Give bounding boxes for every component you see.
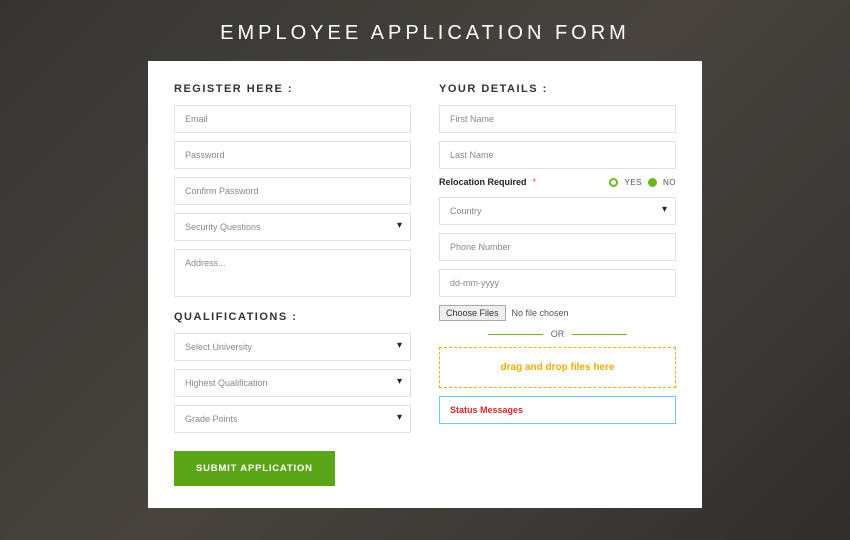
- grade-points-select[interactable]: Grade Points: [174, 405, 411, 433]
- dropzone[interactable]: drag and drop files here: [439, 347, 676, 388]
- no-file-chosen-text: No file chosen: [512, 308, 569, 318]
- submit-button[interactable]: SUBMIT APPLICATION: [174, 451, 335, 486]
- left-column: REGISTER HERE : Email Password Confirm P…: [174, 81, 411, 486]
- divider-line-right: [572, 334, 627, 335]
- address-field[interactable]: Address...: [174, 249, 411, 297]
- divider-line-left: [488, 334, 543, 335]
- right-column: YOUR DETAILS : First Name Last Name Relo…: [439, 81, 676, 486]
- highest-qualification-select[interactable]: Highest Qualification: [174, 369, 411, 397]
- university-select[interactable]: Select University: [174, 333, 411, 361]
- relocation-label: Relocation Required: [439, 177, 527, 187]
- relocation-no-radio[interactable]: [648, 178, 657, 187]
- details-heading: YOUR DETAILS :: [439, 83, 676, 95]
- relocation-yes-label: YES: [624, 178, 642, 187]
- country-select[interactable]: Country: [439, 197, 676, 225]
- date-field[interactable]: dd-mm-yyyy: [439, 269, 676, 297]
- security-questions-select[interactable]: Security Questions: [174, 213, 411, 241]
- register-heading: REGISTER HERE :: [174, 83, 411, 95]
- relocation-row: Relocation Required * YES NO: [439, 177, 676, 187]
- status-messages: Status Messages: [439, 396, 676, 424]
- relocation-yes-radio[interactable]: [609, 178, 618, 187]
- required-asterisk: *: [533, 177, 537, 187]
- password-field[interactable]: Password: [174, 141, 411, 169]
- last-name-field[interactable]: Last Name: [439, 141, 676, 169]
- form-card: REGISTER HERE : Email Password Confirm P…: [148, 61, 702, 508]
- confirm-password-field[interactable]: Confirm Password: [174, 177, 411, 205]
- first-name-field[interactable]: First Name: [439, 105, 676, 133]
- file-upload-row: Choose Files No file chosen: [439, 305, 676, 321]
- page-title: EMPLOYEE APPLICATION FORM: [0, 0, 850, 61]
- relocation-no-label: NO: [663, 178, 676, 187]
- qualifications-heading: QUALIFICATIONS :: [174, 311, 411, 323]
- email-field[interactable]: Email: [174, 105, 411, 133]
- or-divider: OR: [439, 329, 676, 339]
- choose-files-button[interactable]: Choose Files: [439, 305, 506, 321]
- or-text: OR: [551, 329, 565, 339]
- phone-field[interactable]: Phone Number: [439, 233, 676, 261]
